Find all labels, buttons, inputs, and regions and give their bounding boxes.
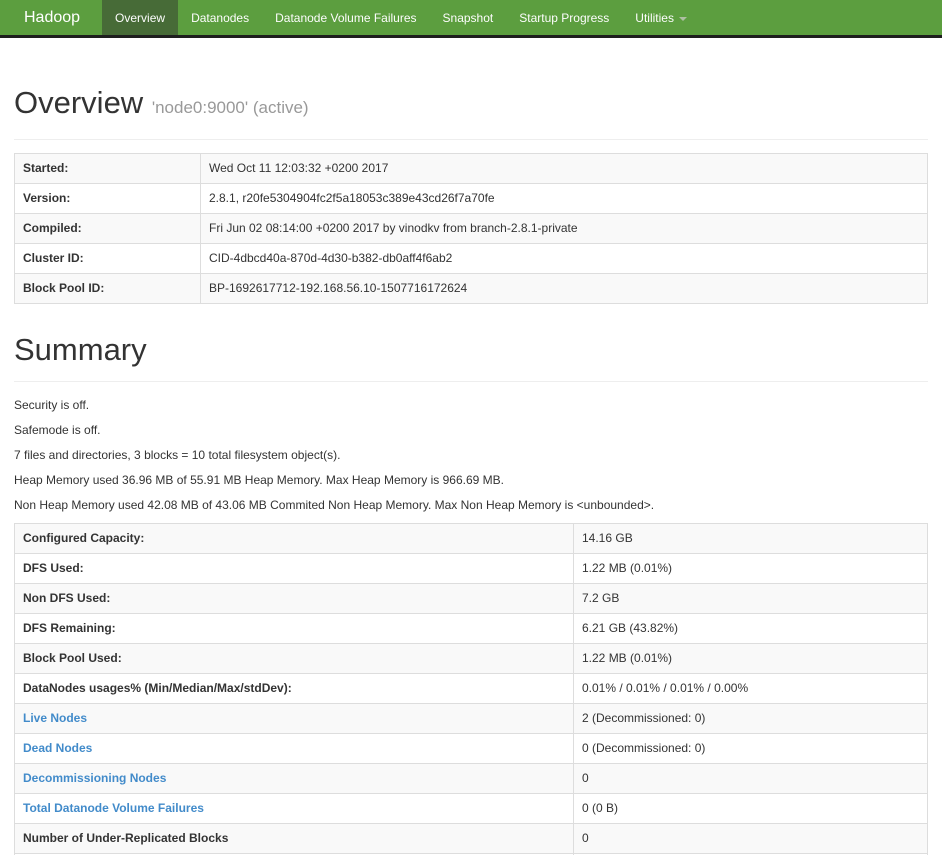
row-value: Fri Jun 02 08:14:00 +0200 2017 by vinodk… [200,213,928,244]
safemode-status-text: Safemode is off. [14,423,101,437]
table-row: Decommissioning Nodes 0 [14,763,928,794]
overview-header: Overview 'node0:9000' (active) [14,85,928,140]
row-label: Configured Capacity: [14,523,574,554]
top-navbar: Hadoop Overview Datanodes Datanode Volum… [0,0,942,38]
row-label: Cluster ID: [14,243,201,274]
chevron-down-icon [678,16,687,21]
row-label: Version: [14,183,201,214]
row-value: 2.8.1, r20fe5304904fc2f5a18053c389e43cd2… [200,183,928,214]
row-label: DFS Remaining: [14,613,574,644]
table-row: Non DFS Used: 7.2 GB [14,583,928,614]
row-label: Non DFS Used: [14,583,574,614]
row-value: 7.2 GB [573,583,928,614]
row-label: Block Pool ID: [14,273,201,304]
table-row: Compiled: Fri Jun 02 08:14:00 +0200 2017… [14,213,928,244]
row-label: Compiled: [14,213,201,244]
total-datanode-volume-failures-link[interactable]: Total Datanode Volume Failures [23,801,204,815]
table-row: Dead Nodes 0 (Decommissioned: 0) [14,733,928,764]
row-value: 14.16 GB [573,523,928,554]
page-title-subtitle: 'node0:9000' (active) [151,98,309,117]
nav-item-overview[interactable]: Overview [102,0,179,35]
row-label: Total Datanode Volume Failures [14,793,574,824]
summary-header: Summary [14,332,928,382]
security-status-text: Security is off. [14,398,90,412]
summary-title: Summary [14,332,147,367]
table-row: Block Pool Used: 1.22 MB (0.01%) [14,643,928,674]
row-value: 1.22 MB (0.01%) [573,553,928,584]
row-label: Started: [14,153,201,184]
filesystem-objects-text: 7 files and directories, 3 blocks = 10 t… [14,448,341,462]
row-value: 0 (0 B) [573,793,928,824]
row-value: 6.21 GB (43.82%) [573,613,928,644]
row-label: DataNodes usages% (Min/Median/Max/stdDev… [14,673,574,704]
table-row: DataNodes usages% (Min/Median/Max/stdDev… [14,673,928,704]
row-value: 0 [573,763,928,794]
nav-item-snapshot[interactable]: Snapshot [430,0,507,35]
nav-item-datanode-volume-failures[interactable]: Datanode Volume Failures [262,0,429,35]
row-value: BP-1692617712-192.168.56.10-150771617262… [200,273,928,304]
table-row: Version: 2.8.1, r20fe5304904fc2f5a18053c… [14,183,928,214]
table-row: Total Datanode Volume Failures 0 (0 B) [14,793,928,824]
table-row: Started: Wed Oct 11 12:03:32 +0200 2017 [14,153,928,184]
row-value: CID-4dbcd40a-870d-4d30-b382-db0aff4f6ab2 [200,243,928,274]
row-label: Block Pool Used: [14,643,574,674]
page-title: Overview 'node0:9000' (active) [14,85,928,126]
row-value: 0 [573,823,928,854]
nav-item-utilities[interactable]: Utilities [622,0,700,35]
row-label: Number of Under-Replicated Blocks [14,823,574,854]
non-heap-memory-text: Non Heap Memory used 42.08 MB of 43.06 M… [14,498,655,512]
table-row: Configured Capacity: 14.16 GB [14,523,928,554]
divider [14,139,928,140]
table-row: Block Pool ID: BP-1692617712-192.168.56.… [14,273,928,304]
nav-item-utilities-label: Utilities [635,10,674,25]
row-value: 0 (Decommissioned: 0) [573,733,928,764]
brand-hadoop[interactable]: Hadoop [0,0,102,35]
decommissioning-nodes-link[interactable]: Decommissioning Nodes [23,771,166,785]
nav-item-startup-progress[interactable]: Startup Progress [506,0,622,35]
row-label: Live Nodes [14,703,574,734]
live-nodes-link[interactable]: Live Nodes [23,711,87,725]
table-row: DFS Used: 1.22 MB (0.01%) [14,553,928,584]
row-value: 2 (Decommissioned: 0) [573,703,928,734]
summary-table: Configured Capacity: 14.16 GB DFS Used: … [14,523,928,855]
row-label: Decommissioning Nodes [14,763,574,794]
table-row: Number of Under-Replicated Blocks 0 [14,823,928,854]
row-label: Dead Nodes [14,733,574,764]
divider [14,381,928,382]
table-row: Cluster ID: CID-4dbcd40a-870d-4d30-b382-… [14,243,928,274]
row-value: Wed Oct 11 12:03:32 +0200 2017 [200,153,928,184]
node-info-table: Started: Wed Oct 11 12:03:32 +0200 2017 … [14,153,928,304]
summary-paragraphs: Security is off. Safemode is off. 7 file… [14,398,928,513]
row-value: 0.01% / 0.01% / 0.01% / 0.00% [573,673,928,704]
nav-item-datanodes[interactable]: Datanodes [178,0,262,35]
heap-memory-text: Heap Memory used 36.96 MB of 55.91 MB He… [14,473,504,487]
dead-nodes-link[interactable]: Dead Nodes [23,741,92,755]
page-title-text: Overview [14,85,144,120]
table-row: DFS Remaining: 6.21 GB (43.82%) [14,613,928,644]
table-row: Live Nodes 2 (Decommissioned: 0) [14,703,928,734]
row-label: DFS Used: [14,553,574,584]
row-value: 1.22 MB (0.01%) [573,643,928,674]
